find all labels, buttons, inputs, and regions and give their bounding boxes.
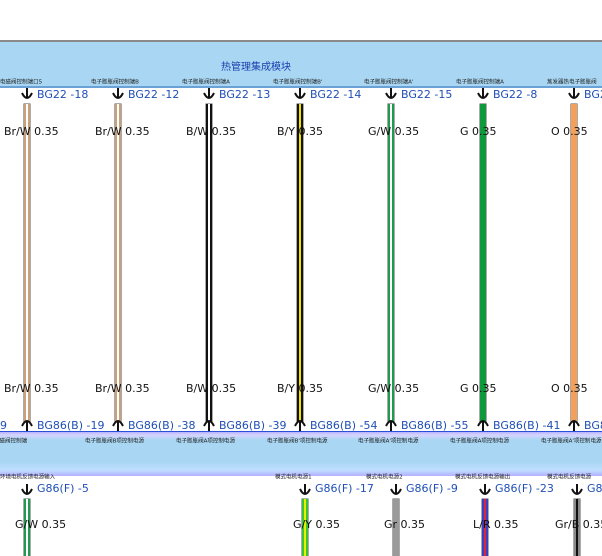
lower-connector-id: G86(F) -5 xyxy=(37,482,89,495)
top-connector-id: BG22 -13 xyxy=(219,88,271,101)
terminal-pin-icon xyxy=(477,484,493,500)
wire-spec-label: G 0.35 xyxy=(460,382,497,395)
lower-connector-id: G86(F) -9 xyxy=(406,482,458,495)
wire-spec-label: G 0.35 xyxy=(460,125,497,138)
terminal-pin-icon xyxy=(19,415,35,431)
lower-connector-id: G8 xyxy=(587,482,602,495)
terminal-pin-icon xyxy=(475,88,491,104)
module-title: 热管理集成模块 xyxy=(221,62,291,73)
wire-spec-label: Br/W 0.35 xyxy=(4,125,59,138)
terminal-pin-icon xyxy=(566,88,582,104)
wire-spec-label: G/W 0.35 xyxy=(15,518,67,531)
wire-segment xyxy=(206,104,212,422)
bottom-pin-label: 电子膨胀阀B'项控制电源 xyxy=(267,437,328,445)
terminal-pin-icon xyxy=(566,415,582,431)
top-pin-label: 蒸发器热电子膨胀阀 xyxy=(547,78,597,86)
top-connector-id: BG22 -14 xyxy=(310,88,362,101)
lower-connector-id: G86(F) -23 xyxy=(495,482,554,495)
connector-pin-fragment: 9 xyxy=(0,419,7,432)
wire-spec-label: Br/W 0.35 xyxy=(4,382,59,395)
lower-pin-label: 环境电机反馈电源输入 xyxy=(0,473,56,481)
top-pin-label: 电子膨胀阀控制端A' xyxy=(364,78,414,86)
terminal-pin-icon xyxy=(19,88,35,104)
lower-pin-label: 模式电机反馈电源 xyxy=(547,473,592,481)
bottom-connector-id: BG86(B) -41 xyxy=(493,419,561,432)
wire-spec-label: B/Y 0.35 xyxy=(277,125,323,138)
bottom-pin-label: 电子膨胀阀A'项控制电源 xyxy=(358,437,419,445)
bottom-pin-label: 电子膨胀阀A项控制电源 xyxy=(176,437,235,445)
lower-pin-label: 模式电机电源1 xyxy=(275,473,312,481)
terminal-pin-icon xyxy=(383,415,399,431)
wire-spec-label: Br/W 0.35 xyxy=(95,382,150,395)
wire-segment xyxy=(297,104,303,422)
terminal-pin-icon xyxy=(110,88,126,104)
terminal-pin-icon xyxy=(292,88,308,104)
wire-segment xyxy=(115,104,121,422)
bottom-connector-id: BG86(B) -39 xyxy=(219,419,287,432)
lower-pin-label: 模式电机电源2 xyxy=(366,473,403,481)
wire-spec-label: O 0.35 xyxy=(551,125,588,138)
top-connector-id: BG22 -18 xyxy=(37,88,89,101)
wire-spec-label: G/Y 0.35 xyxy=(293,518,340,531)
terminal-pin-icon xyxy=(297,484,313,500)
wire-spec-label: G/W 0.35 xyxy=(368,382,420,395)
terminal-pin-icon xyxy=(475,415,491,431)
terminal-pin-icon xyxy=(388,484,404,500)
bottom-connector-id: BG86(B) -38 xyxy=(128,419,196,432)
bottom-connector-id: BG86(B) -19 xyxy=(37,419,105,432)
wire-segment xyxy=(571,104,577,422)
top-pin-label: 电子膨胀阀控制端B' xyxy=(273,78,323,86)
terminal-pin-icon xyxy=(201,415,217,431)
wire-spec-label: O 0.35 xyxy=(551,382,588,395)
wire-spec-label: Gr/B 0.35 xyxy=(555,518,602,531)
top-pin-label: 电磁阀控制端口5 xyxy=(0,78,43,86)
top-pin-label: 电子膨胀阀控制端A xyxy=(456,78,504,86)
terminal-pin-icon xyxy=(292,415,308,431)
top-connector-id: BG22 -12 xyxy=(128,88,180,101)
bottom-pin-label: 电子膨胀阀A项控制电源 xyxy=(450,437,509,445)
wire-spec-label: B/Y 0.35 xyxy=(277,382,323,395)
wire-spec-label: B/W 0.35 xyxy=(186,382,237,395)
top-connector-id: BG2 xyxy=(584,88,602,101)
wire-spec-label: B/W 0.35 xyxy=(186,125,237,138)
wire-spec-label: Gr 0.35 xyxy=(384,518,426,531)
terminal-pin-icon xyxy=(110,415,126,431)
top-pin-label: 电子膨胀阀控制端A xyxy=(182,78,230,86)
top-connector-id: BG22 -15 xyxy=(401,88,453,101)
wire-segment xyxy=(388,104,394,422)
bottom-connector-id: BG86(B) -54 xyxy=(310,419,378,432)
top-connector-id: BG22 -8 xyxy=(493,88,538,101)
top-pin-label: 电子膨胀阀控制端B xyxy=(91,78,139,86)
bottom-connector-id: BG86(B) -55 xyxy=(401,419,469,432)
bottom-pin-label: 电子膨胀阀A'项控制电源 xyxy=(541,437,602,445)
wire-spec-label: L/R 0.35 xyxy=(473,518,519,531)
wire-spec-label: Br/W 0.35 xyxy=(95,125,150,138)
terminal-pin-icon xyxy=(569,484,585,500)
wire-spec-label: G/W 0.35 xyxy=(368,125,420,138)
wire-segment xyxy=(24,104,30,422)
terminal-pin-icon xyxy=(201,88,217,104)
lower-pin-label: 模式电机反馈电源输出 xyxy=(455,473,511,481)
bottom-pin-label: 电子膨胀阀B项控制电源 xyxy=(85,437,144,445)
bottom-connector-id: BG8 xyxy=(584,419,602,432)
terminal-pin-icon xyxy=(19,484,35,500)
wire-segment xyxy=(480,104,486,422)
lower-connector-id: G86(F) -17 xyxy=(315,482,374,495)
bottom-pin-label: 电磁阀控制端 xyxy=(0,437,28,445)
terminal-pin-icon xyxy=(383,88,399,104)
